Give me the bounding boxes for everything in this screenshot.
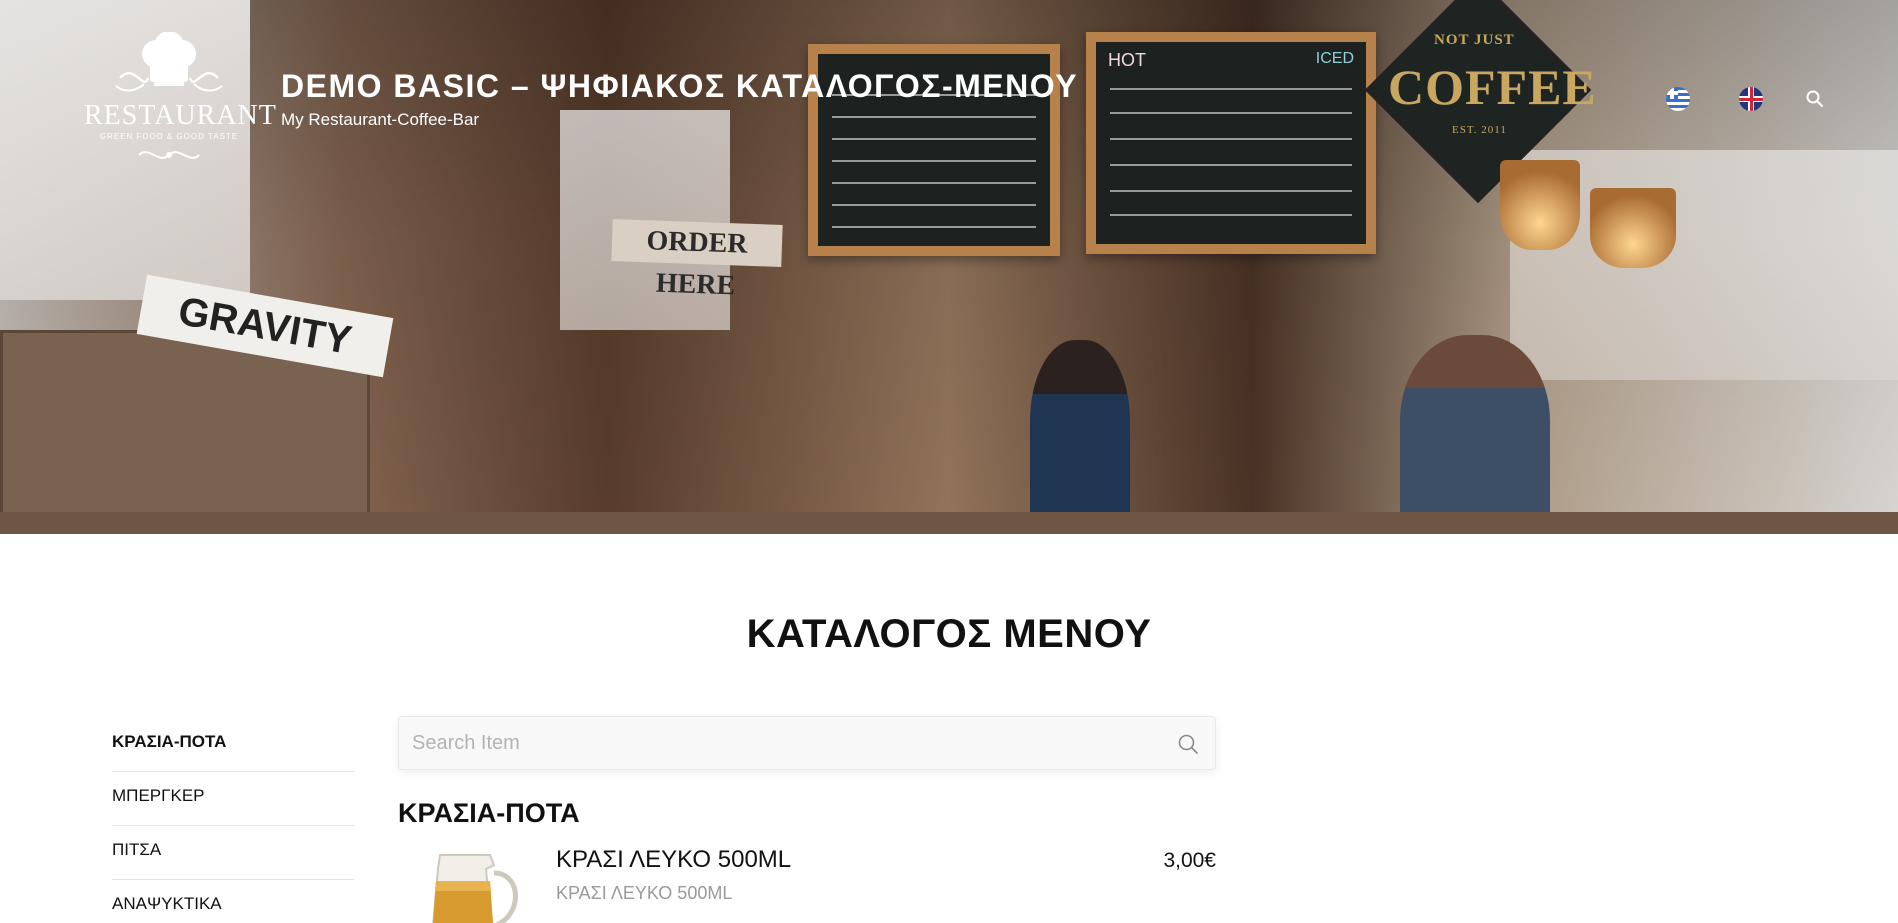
- search-input[interactable]: [399, 717, 1159, 769]
- ornament-icon: [138, 151, 200, 159]
- customer-figure: [1400, 335, 1550, 525]
- logo-tagline: GREEN FOOD & GOOD TASTE: [99, 132, 239, 141]
- category-sidebar: ΚΡΑΣΙΑ-ΠΟΤΑ ΜΠΕΡΓΚΕΡ ΠΙΤΣΑ ΑΝΑΨΥΚΤΙΚΑ: [112, 718, 354, 923]
- site-title[interactable]: DEMO BASIC – ΨΗΦΙΑΚΟΣ ΚΑΤΑΛΟΓΟΣ-ΜΕΝΟΥ: [281, 68, 1078, 105]
- chef-hat-icon: [115, 32, 223, 92]
- item-description: ΚΡΑΣΙ ΛΕΥΚΟ 500ML: [556, 883, 733, 903]
- restaurant-logo[interactable]: RESTAURANT GREEN FOOD & GOOD TASTE: [84, 32, 277, 162]
- counter-edge: [0, 512, 1898, 534]
- sidebar-item-anapsyktika[interactable]: ΑΝΑΨΥΚΤΙΚΑ: [112, 880, 354, 923]
- iced-sign-text: ICED: [1315, 50, 1354, 67]
- menu-item[interactable]: ΚΡΑΣΙ ΛΕΥΚΟ 500ML ΚΡΑΣΙ ΛΕΥΚΟ 500ML 3,00…: [398, 843, 1216, 923]
- section-title: ΚΡΑΣΙΑ-ΠΟΤΑ: [398, 798, 580, 828]
- barista-figure: [1030, 340, 1130, 520]
- search-icon[interactable]: [1176, 732, 1200, 756]
- uk-flag-icon[interactable]: [1739, 87, 1763, 111]
- hot-sign-text: HOT: [1108, 50, 1146, 70]
- sidebar-item-krasia-pota[interactable]: ΚΡΑΣΙΑ-ΠΟΤΑ: [112, 718, 354, 772]
- wine-jug-image[interactable]: [412, 847, 538, 923]
- site-subtitle: My Restaurant-Coffee-Bar: [281, 110, 480, 129]
- page-title: ΚΑΤΑΛΟΓΟΣ ΜΕΝΟΥ: [746, 612, 1152, 656]
- sidebar-item-pizza[interactable]: ΠΙΤΣΑ: [112, 826, 354, 880]
- search-icon[interactable]: [1805, 89, 1825, 109]
- pendant-lamp: [1500, 160, 1580, 250]
- logo-brand: RESTAURANT: [84, 100, 277, 131]
- coffee-sign-main: COFFEE: [1388, 59, 1597, 115]
- search-bar: [398, 716, 1216, 770]
- greek-flag-icon[interactable]: [1666, 87, 1690, 111]
- item-price: 3,00€: [1163, 849, 1216, 872]
- order-here-sign: ORDER HERE: [611, 219, 783, 301]
- item-name[interactable]: ΚΡΑΣΙ ΛΕΥΚΟ 500ML: [556, 846, 791, 874]
- coffee-sign-top: NOT JUST: [1434, 32, 1515, 48]
- sidebar-item-burger[interactable]: ΜΠΕΡΓΚΕΡ: [112, 772, 354, 826]
- coffee-sign-est: EST. 2011: [1452, 124, 1507, 136]
- menu-board-right: HOT ICED: [1086, 32, 1376, 254]
- pendant-lamp: [1590, 188, 1676, 268]
